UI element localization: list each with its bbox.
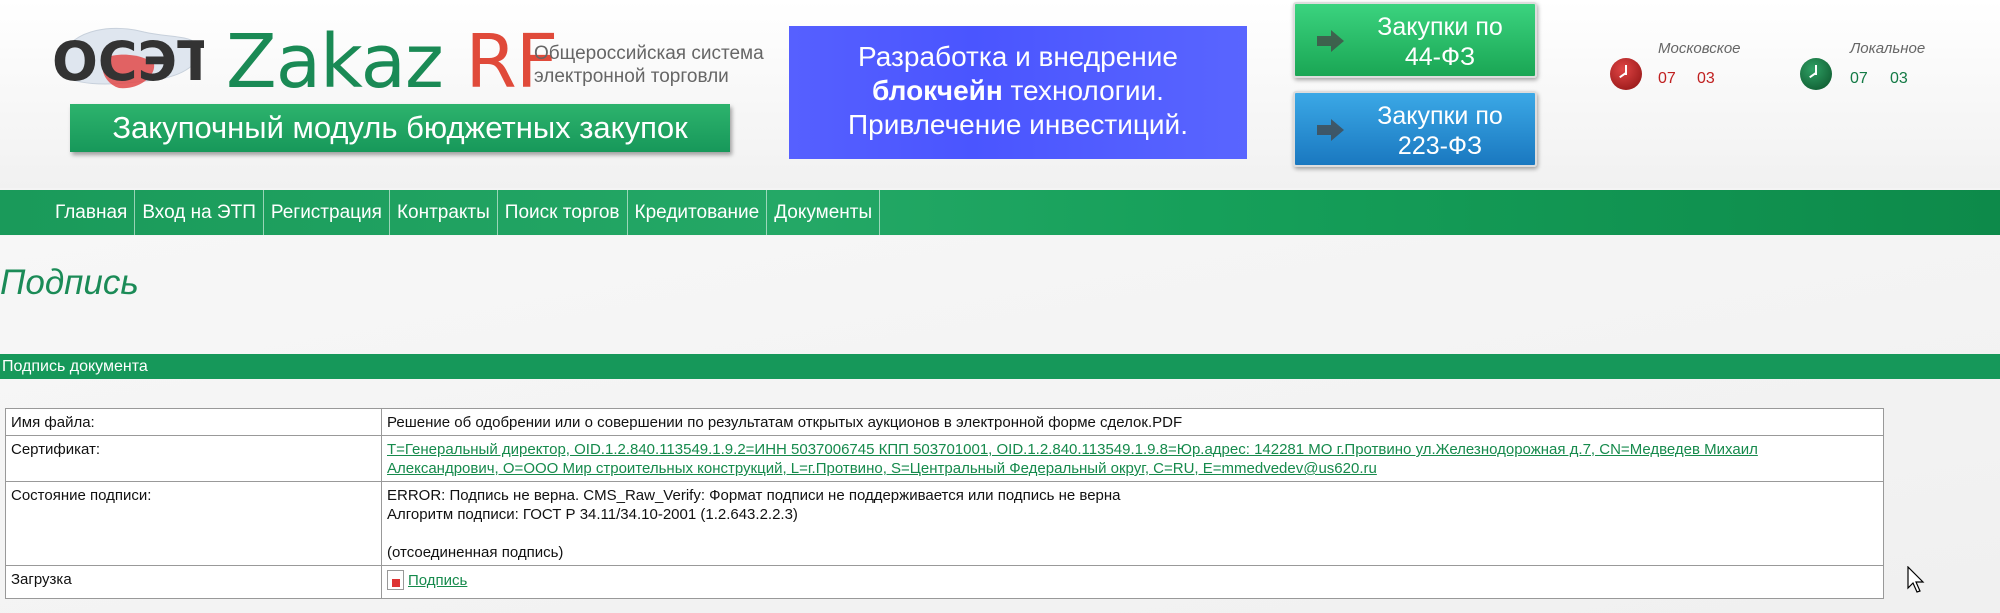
- download-label: Загрузка: [5, 565, 382, 599]
- signature-status-value: ERROR: Подпись не верна. CMS_Raw_Verify:…: [381, 481, 1884, 566]
- blockchain-banner[interactable]: Разработка и внедрение блокчейн технолог…: [789, 26, 1247, 159]
- moscow-clock-icon: [1610, 58, 1642, 90]
- certificate-line2: Александрович, O=ООО Мир строительных ко…: [387, 460, 1377, 477]
- file-name-value: Решение об одобрении или о совершении по…: [381, 408, 1884, 436]
- signature-info-table: Имя файла: Решение об одобрении или о со…: [5, 408, 1884, 599]
- moscow-time-label: Московское: [1658, 40, 1741, 57]
- local-hours: 07: [1850, 70, 1868, 87]
- download-value: Подпись: [381, 565, 1884, 599]
- logo-subtitle-line2: электронной торговли: [534, 66, 729, 87]
- file-icon: [387, 570, 404, 590]
- download-link-text: Подпись: [408, 572, 468, 589]
- download-signature-link[interactable]: Подпись: [387, 570, 467, 590]
- certificate-line1: T=Генеральный директор, OID.1.2.840.1135…: [387, 441, 1758, 458]
- certificate-label: Сертификат:: [5, 435, 382, 482]
- local-time-label: Локальное: [1850, 40, 1926, 57]
- logo-zakaz-text: Zakaz: [226, 19, 444, 105]
- logo-subtitle-line1: Общероссийская система: [534, 43, 764, 64]
- main-nav: Главная Вход на ЭТП Регистрация Контракт…: [0, 190, 2000, 235]
- budget-module-slogan: Закупочный модуль бюджетных закупок: [70, 104, 730, 152]
- nav-documents[interactable]: Документы: [767, 190, 881, 235]
- banner-line1: Разработка и внедрение: [858, 41, 1178, 72]
- banner-line2-rest: технологии.: [1002, 75, 1164, 106]
- table-row: Имя файла: Решение об одобрении или о со…: [5, 408, 1884, 436]
- site-header: ОСЭТ Zakaz RF Общероссийская система эле…: [0, 0, 2000, 188]
- banner-line2-bold: блокчейн: [872, 75, 1003, 106]
- certificate-value: T=Генеральный директор, OID.1.2.840.1135…: [381, 435, 1884, 482]
- file-name-label: Имя файла:: [5, 408, 382, 436]
- moscow-hours: 07: [1658, 70, 1676, 87]
- arrow-right-icon: [1317, 30, 1344, 52]
- table-row: Состояние подписи: ERROR: Подпись не вер…: [5, 481, 1884, 566]
- purchases-44fz-button[interactable]: Закупки по 44-ФЗ: [1293, 2, 1537, 78]
- btn-44-line1: Закупки по: [1377, 13, 1503, 41]
- purchases-223fz-button[interactable]: Закупки по 223-ФЗ: [1293, 91, 1537, 167]
- nav-contracts[interactable]: Контракты: [390, 190, 498, 235]
- local-minutes: 03: [1890, 70, 1908, 87]
- arrow-right-icon: [1317, 119, 1344, 141]
- table-row: Сертификат: T=Генеральный директор, OID.…: [5, 435, 1884, 482]
- zakazrf-logo[interactable]: Zakaz RF: [226, 19, 558, 105]
- nav-registration[interactable]: Регистрация: [264, 190, 390, 235]
- status-error-text: ERROR: Подпись не верна. CMS_Raw_Verify:…: [387, 487, 1121, 504]
- mouse-cursor-icon: [1907, 566, 1925, 593]
- local-clock-icon: [1800, 58, 1832, 90]
- section-header: Подпись документа: [0, 354, 2000, 379]
- btn-44-line2: 44-ФЗ: [1404, 43, 1476, 71]
- btn-223-line1: Закупки по: [1377, 102, 1503, 130]
- nav-tender-search[interactable]: Поиск торгов: [498, 190, 628, 235]
- table-row: Загрузка Подпись: [5, 565, 1884, 599]
- nav-etp-login[interactable]: Вход на ЭТП: [135, 190, 264, 235]
- status-spacer: [387, 524, 1878, 543]
- status-algorithm-text: Алгоритм подписи: ГОСТ Р 34.11/34.10-200…: [387, 506, 798, 523]
- status-detached-text: (отсоединенная подпись): [387, 544, 564, 561]
- btn-223-line2: 223-ФЗ: [1397, 132, 1483, 160]
- banner-line2: блокчейн технологии.: [789, 74, 1247, 108]
- oset-logo[interactable]: ОСЭТ: [44, 18, 214, 100]
- banner-line3: Привлечение инвестиций.: [848, 109, 1188, 140]
- signature-status-label: Состояние подписи:: [5, 481, 382, 566]
- nav-crediting[interactable]: Кредитование: [628, 190, 768, 235]
- page-title: Подпись: [0, 263, 139, 302]
- moscow-minutes: 03: [1697, 70, 1715, 87]
- oset-logo-text: ОСЭТ: [52, 30, 204, 93]
- logo-subtitle: Общероссийская система электронной торго…: [534, 42, 764, 88]
- nav-home[interactable]: Главная: [48, 190, 136, 235]
- certificate-link[interactable]: T=Генеральный директор, OID.1.2.840.1135…: [387, 441, 1758, 477]
